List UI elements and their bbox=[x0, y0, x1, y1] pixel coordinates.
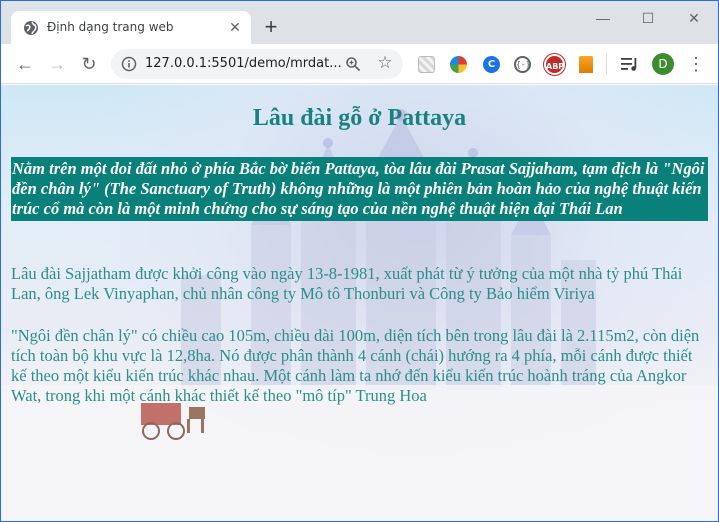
paragraph-dimensions: "Ngôi đền chân lý" có chiều cao 105m, ch… bbox=[11, 326, 700, 405]
url-text[interactable]: 127.0.0.1:5501/demo/mrdat... bbox=[145, 56, 342, 71]
tab-title: Định dạng trang web bbox=[47, 20, 174, 34]
intro-paragraph: Nằm trên một doi đất nhỏ ở phía Bắc bờ b… bbox=[11, 157, 708, 221]
playlist-icon[interactable] bbox=[621, 56, 639, 72]
extension-code-icon[interactable]: {-} bbox=[514, 56, 531, 73]
minimize-icon[interactable]: — bbox=[593, 9, 613, 27]
zoom-icon[interactable] bbox=[345, 56, 361, 72]
page-heading: Lâu đài gỗ ở Pattaya bbox=[252, 105, 467, 131]
paragraph-history: Lâu đài Sajjatham được khởi công vào ngà… bbox=[11, 264, 683, 303]
page-viewport: Lâu đài gỗ ở Pattaya Nằm trên một doi đấ… bbox=[1, 85, 718, 521]
back-arrow-icon[interactable]: ← bbox=[15, 54, 35, 74]
extension-bookmark-icon[interactable] bbox=[579, 56, 593, 73]
bookmark-star-icon[interactable]: ☆ bbox=[376, 54, 394, 72]
profile-avatar[interactable]: D bbox=[652, 53, 674, 75]
window-close-icon[interactable]: ✕ bbox=[684, 9, 704, 27]
globe-icon bbox=[24, 21, 38, 35]
web-page: Lâu đài gỗ ở Pattaya Nằm trên một doi đấ… bbox=[1, 85, 718, 521]
toolbar-divider bbox=[606, 54, 607, 74]
new-tab-plus-icon[interactable]: + bbox=[261, 16, 281, 38]
adblock-plus-icon[interactable]: ABP bbox=[544, 54, 565, 75]
forward-arrow-icon[interactable]: → bbox=[47, 54, 67, 74]
info-icon[interactable] bbox=[121, 56, 137, 72]
extension-grid-icon[interactable] bbox=[418, 56, 435, 73]
tab-close-icon[interactable]: ✕ bbox=[227, 19, 243, 35]
tab-strip: Định dạng trang web ✕ + — ☐ ✕ bbox=[1, 1, 718, 44]
kebab-menu-icon[interactable]: ⋮ bbox=[687, 54, 705, 74]
extension-c-icon[interactable]: C bbox=[483, 56, 500, 73]
browser-window: Định dạng trang web ✕ + — ☐ ✕ ← → ↻ 127.… bbox=[0, 0, 719, 522]
tab-active[interactable]: Định dạng trang web ✕ bbox=[11, 11, 251, 44]
extension-color-wheel-icon[interactable] bbox=[450, 56, 467, 73]
maximize-icon[interactable]: ☐ bbox=[638, 9, 658, 27]
reload-icon[interactable]: ↻ bbox=[79, 54, 99, 74]
address-bar[interactable]: 127.0.0.1:5501/demo/mrdat... ☆ bbox=[111, 49, 403, 79]
browser-toolbar: ← → ↻ 127.0.0.1:5501/demo/mrdat... ☆ C {… bbox=[1, 44, 718, 84]
